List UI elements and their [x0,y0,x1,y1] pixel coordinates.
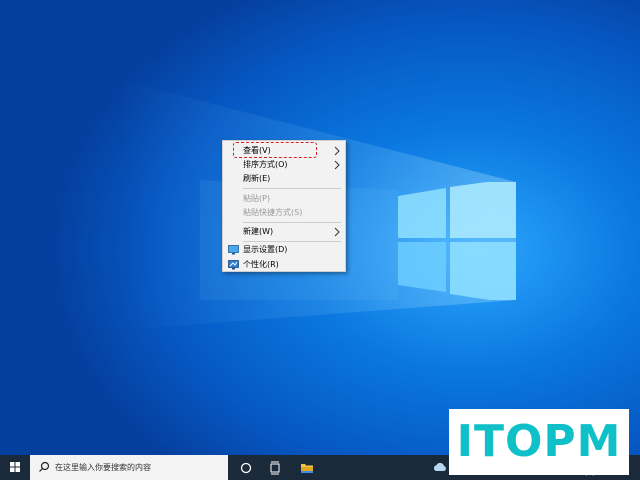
chevron-right-icon [334,146,340,156]
menu-item-label: 粘贴快捷方式(S) [243,208,303,217]
task-view-icon [270,461,280,475]
menu-separator [243,188,341,189]
cortana-button[interactable] [232,455,260,480]
chevron-right-icon [334,227,340,237]
wallpaper-windows-logo [398,182,516,300]
menu-separator [243,241,341,242]
menu-item-label: 显示设置(D) [243,245,288,254]
chevron-right-icon [334,160,340,170]
cortana-circle-icon [240,462,252,474]
windows-start-icon [10,462,20,472]
menu-item-label: 新建(W) [243,227,274,236]
file-explorer-button[interactable] [293,455,321,480]
watermark-text: ITOPM [456,416,622,467]
menu-item-personalize[interactable]: 个性化(R) [223,258,345,272]
highlight-annotation [233,142,317,158]
taskbar-search-box[interactable]: 在这里输入你要搜索的内容 [30,455,228,480]
watermark-logo: ITOPM [449,409,629,475]
personalize-icon [228,260,239,270]
weather-cloud-icon[interactable] [433,462,447,472]
file-explorer-icon [301,464,313,473]
menu-item-refresh[interactable]: 刷新(E) [223,172,345,186]
menu-item-display-settings[interactable]: 显示设置(D) [223,243,345,257]
task-view-button[interactable] [261,455,289,480]
menu-item-label: 粘贴(P) [243,194,271,203]
menu-item-sort-by[interactable]: 排序方式(O) [223,158,345,172]
search-icon [39,461,50,472]
desktop-context-menu: 查看(V) 排序方式(O) 刷新(E) 粘贴(P) 粘贴快捷方式(S) 新建(W… [222,140,346,272]
search-placeholder: 在这里输入你要搜索的内容 [55,463,151,472]
menu-item-paste-shortcut[interactable]: 粘贴快捷方式(S) [223,206,345,220]
start-button[interactable] [0,455,30,480]
menu-item-new[interactable]: 新建(W) [223,225,345,239]
menu-item-label: 排序方式(O) [243,160,288,169]
desktop[interactable]: 查看(V) 排序方式(O) 刷新(E) 粘贴(P) 粘贴快捷方式(S) 新建(W… [0,0,640,480]
menu-separator [243,222,341,223]
menu-item-paste[interactable]: 粘贴(P) [223,192,345,206]
menu-item-label: 个性化(R) [243,260,279,269]
menu-item-label: 刷新(E) [243,174,271,183]
display-settings-icon [228,245,239,255]
